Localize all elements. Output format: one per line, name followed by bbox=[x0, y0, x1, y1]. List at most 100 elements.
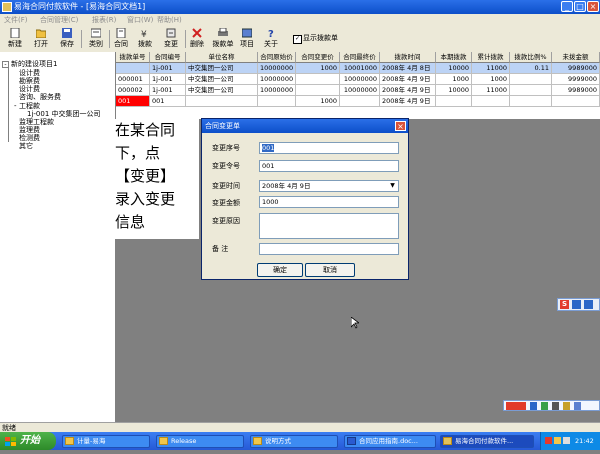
grid-cell[interactable]: 中交集团一公司 bbox=[186, 85, 258, 96]
payment-slip-button[interactable]: 拨款单 bbox=[212, 27, 234, 50]
about-button[interactable]: ? 关于 bbox=[260, 28, 282, 50]
grid-cell[interactable] bbox=[296, 74, 340, 85]
grid-cell[interactable] bbox=[116, 63, 150, 74]
grid-cell[interactable]: 9999000 bbox=[552, 74, 600, 85]
grid-cell[interactable]: 1000 bbox=[296, 63, 340, 74]
change-seq-input[interactable]: 001 bbox=[259, 142, 399, 154]
ime-status-bar[interactable] bbox=[503, 400, 600, 411]
tree-root[interactable]: 新的建设项目1 bbox=[11, 60, 57, 68]
close-button[interactable]: × bbox=[587, 1, 599, 12]
save-button[interactable]: 保存 bbox=[56, 28, 78, 50]
grid-cell[interactable]: 2008年 4月 9日 bbox=[380, 96, 436, 107]
maximize-button[interactable]: □ bbox=[574, 1, 586, 12]
grid-cell[interactable]: 10000 bbox=[436, 85, 472, 96]
grid-cell[interactable]: 9989000 bbox=[552, 85, 600, 96]
grid-cell[interactable] bbox=[296, 85, 340, 96]
taskbar-button[interactable]: Release bbox=[156, 435, 244, 448]
menu-contract[interactable]: 合同管理(C) bbox=[40, 15, 78, 25]
menu-file[interactable]: 文件(F) bbox=[4, 15, 28, 25]
start-button[interactable]: 开始 bbox=[0, 432, 56, 450]
grid-cell[interactable]: 10001000 bbox=[340, 63, 380, 74]
grid-cell[interactable]: 10000000 bbox=[258, 63, 296, 74]
taskbar-button[interactable]: 说明方式 bbox=[250, 435, 338, 448]
grid-cell[interactable]: 1000 bbox=[472, 74, 510, 85]
window-titlebar[interactable]: 易海合同付款软件 - [易海合同文档1] _ □ × bbox=[0, 0, 600, 14]
menu-report[interactable]: 报表(R) bbox=[92, 15, 116, 25]
taskbar-button[interactable]: 计量-易海 bbox=[62, 435, 150, 448]
tree-item[interactable]: 咨询、服务费 bbox=[19, 93, 61, 101]
grid-cell[interactable]: 1j-001 bbox=[150, 63, 186, 74]
col-header[interactable]: 未拨金额 bbox=[552, 52, 600, 63]
col-header[interactable]: 合同最终价 bbox=[340, 52, 380, 63]
col-header[interactable]: 合同编号 bbox=[150, 52, 186, 63]
col-header[interactable]: 本期拨款 bbox=[436, 52, 472, 63]
col-header[interactable]: 累计拨款 bbox=[472, 52, 510, 63]
new-button[interactable]: 新建 bbox=[4, 27, 26, 50]
tree-item[interactable]: 设计费 bbox=[19, 69, 40, 77]
grid-cell[interactable]: 11000 bbox=[472, 63, 510, 74]
grid-cell[interactable] bbox=[436, 96, 472, 107]
grid-cell[interactable]: 0.11 bbox=[510, 63, 552, 74]
menu-help[interactable]: 帮助(H) bbox=[157, 15, 182, 25]
grid-cell[interactable]: 10000000 bbox=[340, 85, 380, 96]
project-button[interactable]: 项目 bbox=[236, 28, 258, 50]
grid-cell[interactable]: 9989000 bbox=[552, 63, 600, 74]
grid-cell[interactable] bbox=[258, 96, 296, 107]
taskbar-button-active[interactable]: 易海合同付款软件... bbox=[440, 435, 534, 448]
grid-cell[interactable] bbox=[186, 96, 258, 107]
change-button[interactable]: 变更 bbox=[160, 28, 182, 50]
chevron-down-icon[interactable]: ▼ bbox=[388, 182, 397, 190]
change-order-input[interactable]: 001 bbox=[259, 160, 399, 172]
clock[interactable]: 21:42 bbox=[575, 432, 594, 450]
show-payment-slip-checkbox[interactable]: ✓ bbox=[293, 35, 302, 44]
col-header[interactable]: 合同原始价 bbox=[258, 52, 296, 63]
grid-cell[interactable]: 1000 bbox=[436, 74, 472, 85]
cancel-button[interactable]: 取消 bbox=[305, 263, 355, 277]
contract-button[interactable]: 合同 bbox=[110, 27, 132, 50]
grid-cell[interactable]: 1000 bbox=[296, 96, 340, 107]
col-header[interactable]: 单位名称 bbox=[186, 52, 258, 63]
tray-icon[interactable] bbox=[545, 437, 552, 444]
grid-cell[interactable] bbox=[472, 96, 510, 107]
grid-cell[interactable]: 1j-001 bbox=[150, 74, 186, 85]
tree-item[interactable]: 监理费 bbox=[19, 126, 40, 134]
note-input[interactable] bbox=[259, 243, 399, 255]
tree-collapse-toggle[interactable]: - bbox=[2, 61, 9, 68]
tree-item[interactable]: 检测费 bbox=[19, 134, 40, 142]
grid-cell[interactable] bbox=[510, 96, 552, 107]
grid-cell[interactable] bbox=[340, 96, 380, 107]
tree-item[interactable]: 其它 bbox=[19, 142, 33, 150]
minimize-button[interactable]: _ bbox=[561, 1, 573, 12]
grid-cell[interactable]: 10000000 bbox=[340, 74, 380, 85]
tree-group[interactable]: 工程款 bbox=[19, 102, 40, 110]
category-button[interactable]: 类别 bbox=[85, 28, 107, 50]
grid-cell[interactable]: 10000 bbox=[436, 63, 472, 74]
grid-cell[interactable]: 000001 bbox=[116, 74, 150, 85]
delete-button[interactable]: 删除 bbox=[186, 28, 208, 50]
grid-cell[interactable] bbox=[510, 85, 552, 96]
col-header[interactable]: 拨款时间 bbox=[380, 52, 436, 63]
grid-cell[interactable]: 2008年 4月 9日 bbox=[380, 85, 436, 96]
col-header[interactable]: 合同变更价 bbox=[296, 52, 340, 63]
tree-group-toggle[interactable]: - bbox=[14, 102, 17, 110]
open-button[interactable]: 打开 bbox=[30, 28, 52, 50]
grid-cell[interactable]: 1j-001 bbox=[150, 85, 186, 96]
change-amount-input[interactable]: 1000 bbox=[259, 196, 399, 208]
grid-cell[interactable]: 11000 bbox=[472, 85, 510, 96]
dialog-close-button[interactable]: × bbox=[395, 121, 406, 131]
menu-window[interactable]: 窗口(W) bbox=[127, 15, 153, 25]
grid-cell[interactable]: 2008年 4月 9日 bbox=[380, 74, 436, 85]
grid-cell[interactable]: 10000000 bbox=[258, 85, 296, 96]
ok-button[interactable]: 确定 bbox=[257, 263, 303, 277]
dialog-titlebar[interactable]: 合同变更单 bbox=[202, 119, 408, 133]
grid-cell[interactable]: 10000000 bbox=[258, 74, 296, 85]
col-header[interactable]: 拨款单号 bbox=[116, 52, 150, 63]
taskbar-button[interactable]: 合同应用指南.doc... bbox=[344, 435, 436, 448]
tree-item[interactable]: 监理工程款 bbox=[19, 118, 54, 126]
grid-cell[interactable] bbox=[510, 74, 552, 85]
change-reason-textarea[interactable] bbox=[259, 213, 399, 239]
grid-cell[interactable]: 中交集团一公司 bbox=[186, 63, 258, 74]
grid-cell[interactable]: 000002 bbox=[116, 85, 150, 96]
change-date-picker[interactable]: 2008年 4月 9日 ▼ bbox=[259, 180, 399, 192]
grid-cell[interactable]: 001 bbox=[150, 96, 186, 107]
